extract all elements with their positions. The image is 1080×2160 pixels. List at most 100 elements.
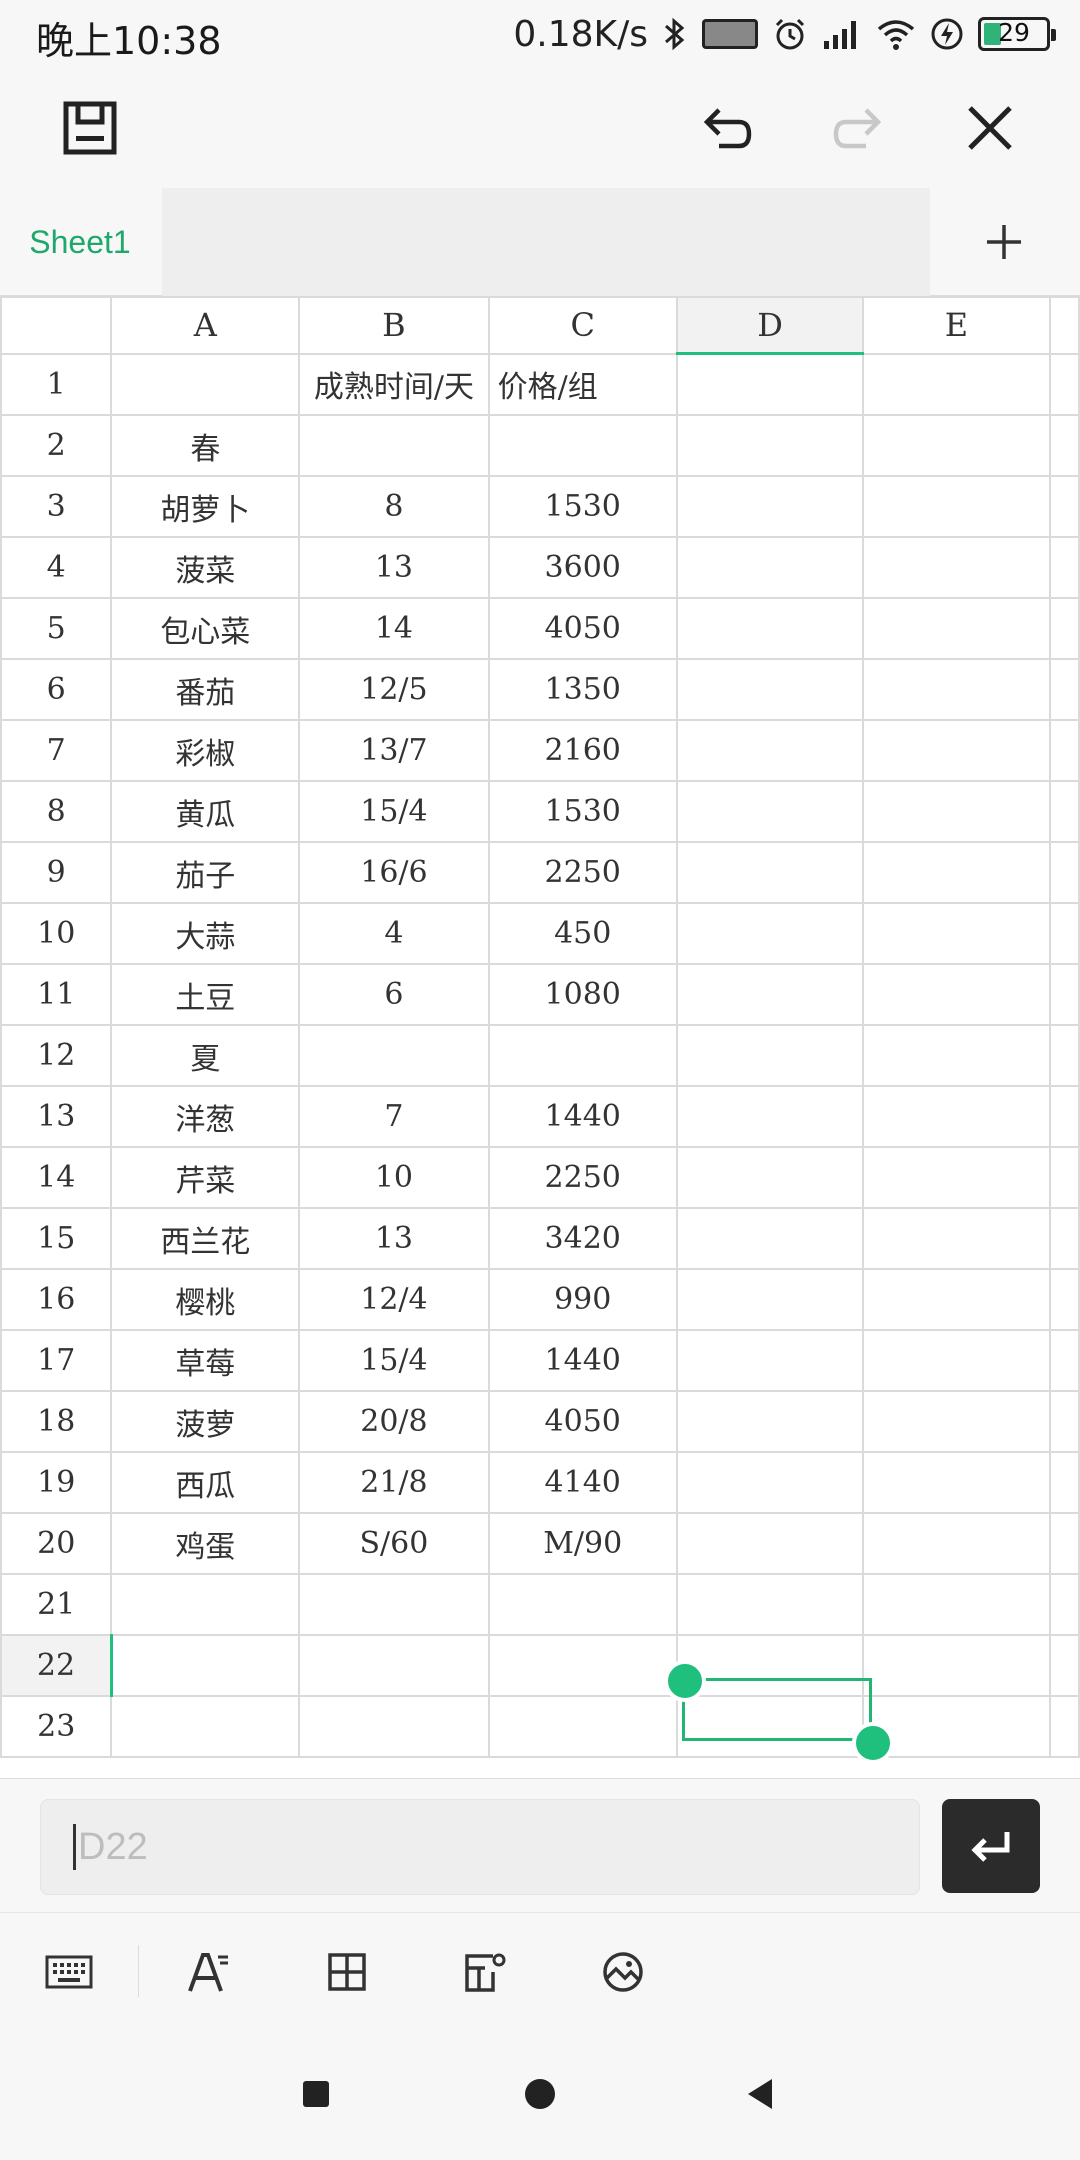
cell-e[interactable]: [862, 902, 1051, 965]
cell-a[interactable]: 夏: [110, 1024, 301, 1087]
cell-b[interactable]: [298, 414, 490, 477]
cell-e[interactable]: [862, 1268, 1051, 1331]
cell-d[interactable]: [675, 536, 865, 599]
cell-d[interactable]: [675, 1268, 865, 1331]
cell-c[interactable]: [487, 1024, 678, 1087]
back-triangle-icon[interactable]: [740, 2074, 780, 2114]
cell-b[interactable]: [298, 1634, 490, 1697]
column-header-c[interactable]: C: [487, 296, 678, 355]
save-icon[interactable]: [58, 96, 122, 160]
cell-b[interactable]: 成熟时间/天: [298, 352, 490, 416]
cell-e[interactable]: [862, 1024, 1051, 1087]
cell-a[interactable]: 黄瓜: [110, 780, 301, 843]
cell-a[interactable]: [110, 352, 301, 416]
row-header[interactable]: 8: [0, 780, 113, 843]
row-header[interactable]: 9: [0, 841, 113, 904]
recents-square-icon[interactable]: [296, 2074, 336, 2114]
row-header[interactable]: 17: [0, 1329, 113, 1392]
cell-e[interactable]: [862, 352, 1051, 416]
row-header[interactable]: 12: [0, 1024, 113, 1087]
cell-a[interactable]: 彩椒: [110, 719, 301, 782]
cell-b[interactable]: 8: [298, 475, 490, 538]
cell-e[interactable]: [862, 780, 1051, 843]
cell-e[interactable]: [862, 1085, 1051, 1148]
selection-handle-end[interactable]: [852, 1722, 894, 1764]
row-header[interactable]: 7: [0, 719, 113, 782]
redo-icon[interactable]: [826, 96, 890, 160]
row-header[interactable]: 1: [0, 352, 113, 416]
spreadsheet-grid[interactable]: A B C D E 1 成熟时间/天 价格/组 2 春 3 胡萝卜 8 1530 4 菠菜 13 3600 5 包心菜…: [0, 296, 1080, 1778]
cell-d[interactable]: [675, 475, 865, 538]
cell-a[interactable]: [110, 1695, 301, 1758]
cell-d[interactable]: [675, 1146, 865, 1209]
cell-e[interactable]: [862, 1329, 1051, 1392]
cell-d[interactable]: [675, 352, 865, 416]
cell-e[interactable]: [862, 414, 1051, 477]
cell-e[interactable]: [862, 1390, 1051, 1453]
cell-a[interactable]: 大蒜: [110, 902, 301, 965]
cell-b[interactable]: 10: [298, 1146, 490, 1209]
row-header[interactable]: 4: [0, 536, 113, 599]
cell-a[interactable]: 草莓: [110, 1329, 301, 1392]
image-icon[interactable]: [588, 1937, 658, 2007]
cell-a[interactable]: 樱桃: [110, 1268, 301, 1331]
cell-d[interactable]: [675, 902, 865, 965]
cell-c[interactable]: 4050: [487, 1390, 678, 1453]
cell-e[interactable]: [862, 719, 1051, 782]
row-header[interactable]: 5: [0, 597, 113, 660]
row-header[interactable]: 6: [0, 658, 113, 721]
cell-c[interactable]: [487, 1634, 678, 1697]
cell-a[interactable]: 洋葱: [110, 1085, 301, 1148]
row-header[interactable]: 21: [0, 1573, 113, 1636]
cell-d[interactable]: [675, 780, 865, 843]
cell-b[interactable]: 4: [298, 902, 490, 965]
cell-e[interactable]: [862, 963, 1051, 1026]
row-header[interactable]: 19: [0, 1451, 113, 1514]
cell-c[interactable]: 450: [487, 902, 678, 965]
cell-d[interactable]: [675, 1024, 865, 1087]
cell-a[interactable]: 芹菜: [110, 1146, 301, 1209]
text-format-icon[interactable]: [174, 1937, 244, 2007]
cell-b[interactable]: 12/5: [298, 658, 490, 721]
cell-a[interactable]: [110, 1634, 301, 1697]
cell-c[interactable]: 3600: [487, 536, 678, 599]
cell-b[interactable]: [298, 1695, 490, 1758]
cell-c[interactable]: 1440: [487, 1329, 678, 1392]
cell-c[interactable]: 990: [487, 1268, 678, 1331]
cell-input[interactable]: D22: [40, 1799, 920, 1895]
cell-c[interactable]: 1350: [487, 658, 678, 721]
cell-c[interactable]: 1530: [487, 475, 678, 538]
cell-b[interactable]: S/60: [298, 1512, 490, 1575]
cell-c[interactable]: [487, 1573, 678, 1636]
cell-d[interactable]: [675, 597, 865, 660]
cell-a[interactable]: 胡萝卜: [110, 475, 301, 538]
cell-b[interactable]: 13: [298, 1207, 490, 1270]
cell-e[interactable]: [862, 1146, 1051, 1209]
close-icon[interactable]: [958, 96, 1022, 160]
cell-c[interactable]: 4050: [487, 597, 678, 660]
cell-d[interactable]: [675, 1695, 865, 1758]
cell-d[interactable]: [675, 1390, 865, 1453]
home-circle-icon[interactable]: [520, 2074, 560, 2114]
cell-c[interactable]: 1080: [487, 963, 678, 1026]
cell-e[interactable]: [862, 597, 1051, 660]
cell-a[interactable]: 茄子: [110, 841, 301, 904]
cell-c[interactable]: 4140: [487, 1451, 678, 1514]
column-header-b[interactable]: B: [298, 296, 490, 355]
cell-d[interactable]: [675, 1329, 865, 1392]
column-header-a[interactable]: A: [110, 296, 301, 355]
cell-b[interactable]: 20/8: [298, 1390, 490, 1453]
cell-a[interactable]: 西瓜: [110, 1451, 301, 1514]
row-header[interactable]: 20: [0, 1512, 113, 1575]
selection-handle-start[interactable]: [664, 1660, 706, 1702]
cell-c[interactable]: 1440: [487, 1085, 678, 1148]
column-header-e[interactable]: E: [862, 296, 1051, 355]
cell-a[interactable]: 鸡蛋: [110, 1512, 301, 1575]
row-header[interactable]: 2: [0, 414, 113, 477]
cell-d[interactable]: [675, 658, 865, 721]
cell-c[interactable]: 2250: [487, 1146, 678, 1209]
plus-icon[interactable]: [970, 210, 1038, 274]
cell-a[interactable]: 菠萝: [110, 1390, 301, 1453]
row-header[interactable]: 23: [0, 1695, 113, 1758]
cell-c[interactable]: 2250: [487, 841, 678, 904]
